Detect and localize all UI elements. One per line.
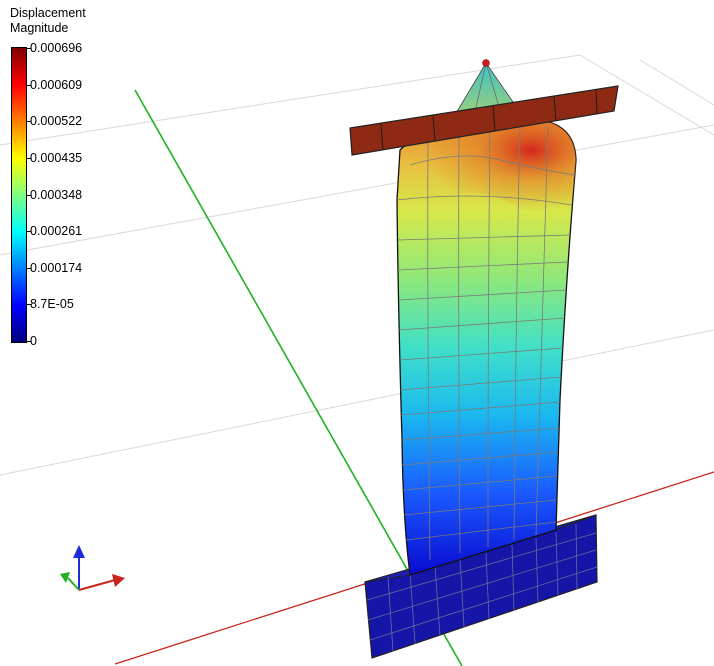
color-scale-tick-label: 0.000696 [30,41,83,55]
color-scale-tick-label: 0.000609 [30,77,83,92]
orientation-triad [60,545,125,591]
color-scale-bar [11,47,27,343]
x-axis-arrow [112,574,125,587]
load-point-marker[interactable] [482,59,490,67]
color-scale-tick-label: 0.000348 [30,187,83,202]
background-grid [0,54,714,476]
3d-viewport[interactable] [0,0,714,666]
color-scale-tick-label: 0.000261 [30,224,83,239]
color-scale-tick-label: 0.000435 [30,150,83,165]
color-scale-tick-label: 0.000174 [30,260,83,275]
z-axis-arrow [73,545,85,558]
deformed-column [396,119,577,576]
legend-title: Displacement Magnitude [10,6,86,35]
y-axis-arrow [60,572,70,583]
color-scale-tick-label: 8.7E-05 [30,297,74,312]
color-scale-tick-label: 0.000522 [30,114,83,129]
color-scale-tick-label: 0 [30,334,37,348]
